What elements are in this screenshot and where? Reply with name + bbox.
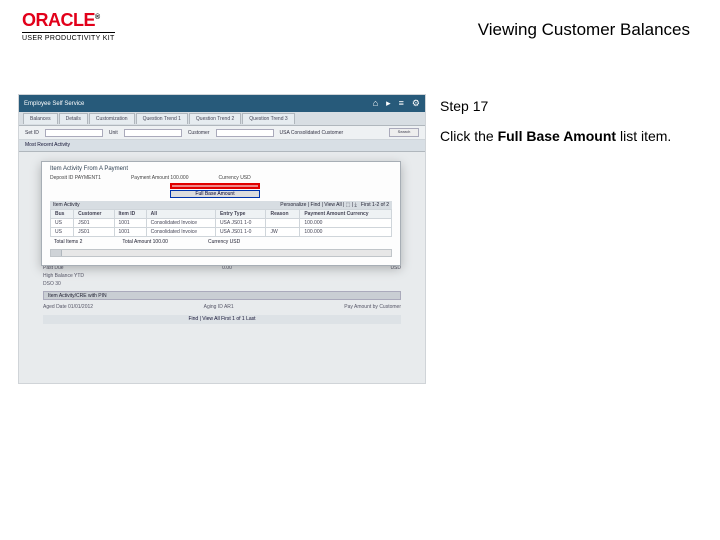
customer-input[interactable] [216,129,274,137]
search-button[interactable]: Search [389,128,419,137]
instruction-panel: Step 17 Click the Full Base Amount list … [440,94,698,144]
label: Customer [188,130,210,136]
flag-icon: ▸ [386,98,391,109]
grid-section-label: Item Activity [53,202,80,208]
step-instruction: Click the Full Base Amount list item. [440,128,698,144]
tab-strip: Balances Details Customization Question … [19,112,425,126]
page-title: Viewing Customer Balances [478,20,690,40]
item-activity-table: Bus Customer Item ID All Entry Type Reas… [50,209,392,237]
full-base-amount-item[interactable]: Full Base Amount [170,190,260,198]
tab[interactable]: Question Trend 2 [189,113,241,124]
tab[interactable]: Question Trend 3 [242,113,294,124]
titlebar-icons: ⌂ ▸ ≡ ⚙ [373,98,420,109]
subbrand-label: USER PRODUCTIVITY KIT [22,32,115,42]
label: Unit [109,130,118,136]
filter-row: Set ID Unit Customer USA Consolidated Cu… [19,126,425,140]
table-row[interactable]: USJS011001 Consolidated InvoiceUSA JS01 … [51,228,392,237]
screenshot-thumbnail: Employee Self Service ⌂ ▸ ≡ ⚙ Balances D… [18,94,426,384]
gear-icon: ⚙ [412,98,420,109]
tab[interactable]: Question Trend 1 [136,113,188,124]
pager-bar[interactable]: Find | View All First 1 of 1 Last [43,315,401,324]
label: Set ID [25,130,39,136]
section-bar: Item Activity/CRE with PIN [43,291,401,300]
menu-icon: ≡ [399,98,404,109]
popup-title: Item Activity From A Payment [50,166,392,172]
app-titlebar: Employee Self Service ⌂ ▸ ≡ ⚙ [19,95,425,112]
table-row[interactable]: USJS011001 Consolidated InvoiceUSA JS01 … [51,219,392,228]
customer-value: USA Consolidated Customer [280,130,344,136]
tab[interactable]: Customization [89,113,135,124]
brand-logo: ORACLE USER PRODUCTIVITY KIT [22,10,115,42]
unit-input[interactable] [124,129,182,137]
target-highlight: Full Base Amount [170,183,260,198]
section-header: Most Recent Activity [19,140,425,152]
horizontal-scrollbar[interactable] [50,249,392,257]
window-title: Employee Self Service [24,101,84,107]
home-icon: ⌂ [373,98,378,109]
highlight-box-icon [170,183,260,189]
tab[interactable]: Details [59,113,88,124]
grid-tools: Personalize | Find | View All | ⬚ | ⤓ Fi… [280,202,389,208]
tab[interactable]: Balances [23,113,58,124]
step-label: Step 17 [440,98,698,114]
oracle-wordmark: ORACLE [22,10,115,31]
payment-activity-popup: Item Activity From A Payment Deposit ID … [41,161,401,266]
setid-input[interactable] [45,129,103,137]
